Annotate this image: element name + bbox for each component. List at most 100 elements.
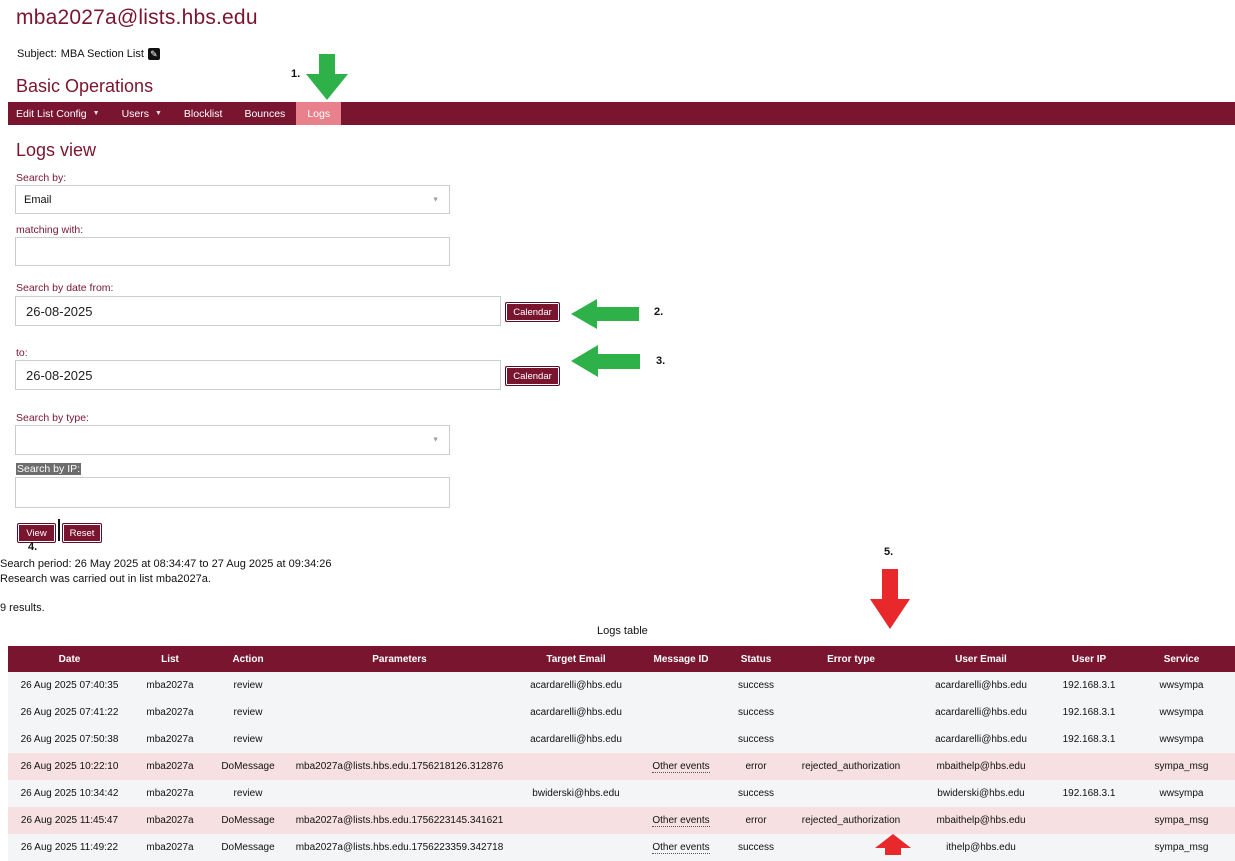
message-id-link[interactable]: Other events: [652, 815, 710, 827]
cell-action: review: [209, 780, 287, 807]
logs-table: Date List Action Parameters Target Email…: [8, 646, 1235, 861]
edit-subject-icon[interactable]: ✎: [147, 48, 160, 60]
cell-date: 26 Aug 2025 11:49:22: [8, 834, 131, 861]
cell-list: mba2027a: [131, 753, 209, 780]
menu-label: Edit List Config: [16, 107, 87, 120]
col-target-email[interactable]: Target Email: [512, 646, 640, 672]
cell-message-id: [640, 672, 722, 699]
menu-blocklist[interactable]: Blocklist: [173, 102, 234, 125]
cell-target-email: acardarelli@hbs.edu: [512, 699, 640, 726]
cell-parameters: [287, 672, 512, 699]
caret-down-icon: ▼: [154, 110, 162, 117]
cell-parameters: [287, 699, 512, 726]
cell-target-email: [512, 807, 640, 834]
cell-service: sympa_msg: [1128, 834, 1235, 861]
cell-parameters: mba2027a@lists.hbs.edu.1756223359.342718: [287, 834, 512, 861]
menu-bounces[interactable]: Bounces: [233, 102, 296, 125]
annotation-number: 4.: [28, 541, 38, 553]
annotation-number: 3.: [656, 355, 666, 367]
cell-error-type: [790, 672, 912, 699]
col-message-id[interactable]: Message ID: [640, 646, 722, 672]
matching-input[interactable]: [15, 237, 450, 266]
col-status[interactable]: Status: [722, 646, 790, 672]
cell-user-email: mbaithelp@hbs.edu: [912, 753, 1050, 780]
type-select[interactable]: ▼: [15, 425, 450, 455]
col-service[interactable]: Service: [1128, 646, 1235, 672]
reset-button[interactable]: Reset: [62, 523, 102, 543]
results-count-text: 9 results.: [0, 602, 45, 614]
cell-target-email: [512, 834, 640, 861]
annotation-number: 1.: [291, 68, 301, 80]
red-arrow-up-icon: [875, 834, 911, 855]
col-action[interactable]: Action: [209, 646, 287, 672]
cell-status: success: [722, 780, 790, 807]
cell-user-ip: [1050, 807, 1128, 834]
col-user-email[interactable]: User Email: [912, 646, 1050, 672]
cell-user-ip: 192.168.3.1: [1050, 726, 1128, 753]
menu-edit-list-config[interactable]: Edit List Config ▼: [8, 102, 111, 125]
menu-logs[interactable]: Logs: [296, 102, 342, 125]
logs-view-title: Logs view: [16, 140, 97, 160]
cell-status: error: [722, 753, 790, 780]
cell-message-id: Other events: [640, 834, 722, 861]
view-button[interactable]: View: [17, 523, 56, 543]
research-list-text: Research was carried out in list mba2027…: [0, 573, 211, 585]
menu-label: Blocklist: [183, 107, 223, 120]
cell-list: mba2027a: [131, 834, 209, 861]
calendar-from-button[interactable]: Calendar: [505, 302, 560, 322]
subject-label: Subject:: [17, 48, 57, 60]
ip-label-wrap: Search by IP:: [16, 463, 82, 475]
cell-service: sympa_msg: [1128, 807, 1235, 834]
cell-message-id: Other events: [640, 807, 722, 834]
table-header-row: Date List Action Parameters Target Email…: [8, 646, 1235, 672]
green-arrow-left-icon: [571, 299, 639, 329]
cell-message-id: [640, 699, 722, 726]
date-from-input[interactable]: [15, 296, 501, 326]
cell-user-ip: [1050, 753, 1128, 780]
ip-input[interactable]: [15, 477, 450, 508]
cell-action: DoMessage: [209, 753, 287, 780]
cell-user-email: ithelp@hbs.edu: [912, 834, 1050, 861]
cell-date: 26 Aug 2025 11:45:47: [8, 807, 131, 834]
chevron-down-icon: ▼: [432, 436, 439, 444]
green-arrow-down-icon: [306, 54, 348, 100]
search-by-select[interactable]: Email ▼: [15, 185, 450, 214]
cell-error-type: rejected_authorization: [790, 807, 912, 834]
cell-parameters: [287, 780, 512, 807]
cell-user-ip: 192.168.3.1: [1050, 780, 1128, 807]
col-date[interactable]: Date: [8, 646, 131, 672]
cell-status: success: [722, 672, 790, 699]
col-error-type[interactable]: Error type: [790, 646, 912, 672]
cell-error-type: [790, 726, 912, 753]
cell-date: 26 Aug 2025 10:34:42: [8, 780, 131, 807]
calendar-to-button[interactable]: Calendar: [505, 366, 560, 386]
message-id-link[interactable]: Other events: [652, 842, 710, 854]
message-id-link[interactable]: Other events: [652, 761, 710, 773]
cell-user-email: bwiderski@hbs.edu: [912, 780, 1050, 807]
annotation-number: 5.: [884, 546, 894, 558]
table-row: 26 Aug 2025 11:45:47 mba2027a DoMessage mba…: [8, 807, 1235, 834]
col-user-ip[interactable]: User IP: [1050, 646, 1128, 672]
cell-message-id: [640, 780, 722, 807]
cell-list: mba2027a: [131, 699, 209, 726]
cell-service: sympa_msg: [1128, 753, 1235, 780]
cell-list: mba2027a: [131, 780, 209, 807]
matching-label: matching with:: [16, 224, 84, 236]
cell-user-ip: 192.168.3.1: [1050, 672, 1128, 699]
cell-action: DoMessage: [209, 834, 287, 861]
cell-date: 26 Aug 2025 07:50:38: [8, 726, 131, 753]
table-row: 26 Aug 2025 10:22:10 mba2027a DoMessage mba…: [8, 753, 1235, 780]
col-parameters[interactable]: Parameters: [287, 646, 512, 672]
admin-menu-bar: Edit List Config ▼ Users ▼ Blocklist Bou…: [8, 102, 1235, 125]
cell-user-email: mbaithelp@hbs.edu: [912, 807, 1050, 834]
cell-list: mba2027a: [131, 672, 209, 699]
date-to-input[interactable]: [15, 360, 501, 390]
col-list[interactable]: List: [131, 646, 209, 672]
cell-error-type: [790, 699, 912, 726]
date-from-label: Search by date from:: [16, 282, 114, 294]
menu-label: Users: [121, 107, 149, 120]
menu-label: Logs: [307, 107, 331, 120]
cell-date: 26 Aug 2025 07:40:35: [8, 672, 131, 699]
menu-label: Bounces: [244, 107, 286, 120]
menu-users[interactable]: Users ▼: [111, 102, 173, 125]
